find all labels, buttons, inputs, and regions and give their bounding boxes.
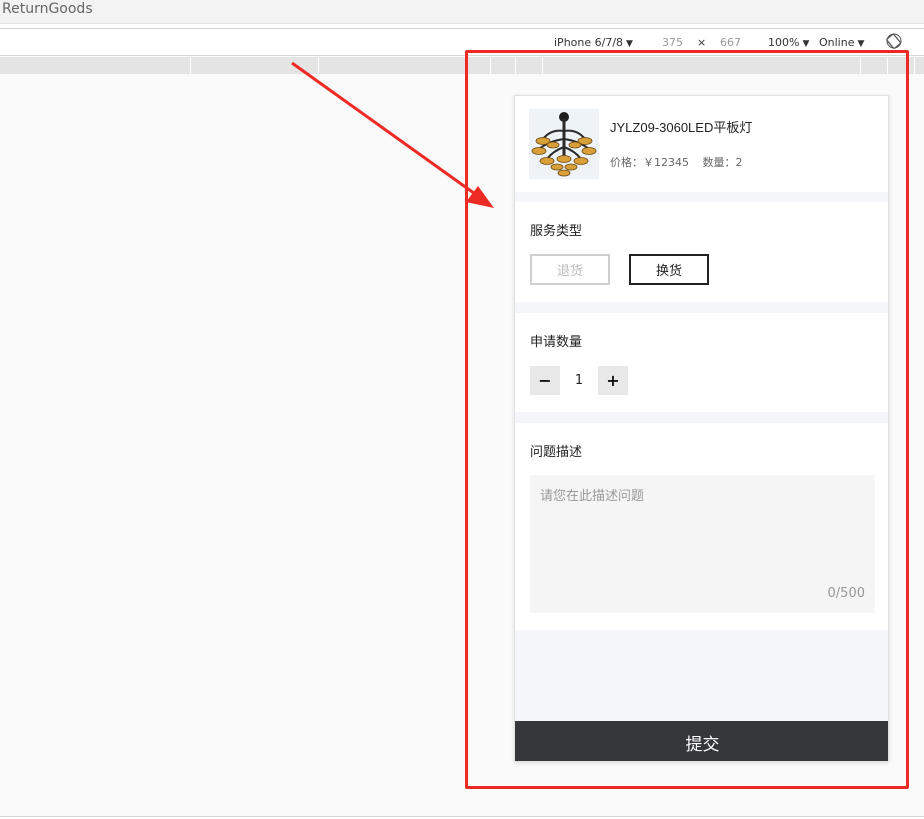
chevron-down-icon: ▼ <box>626 39 633 49</box>
zoom-value: 100% <box>768 36 800 49</box>
viewport-width-input[interactable]: 375 <box>662 36 683 49</box>
annotation-highlight-box <box>465 50 909 789</box>
device-select[interactable]: iPhone 6/7/8 ▼ <box>554 36 633 49</box>
viewport-height-input[interactable]: 667 <box>720 36 741 49</box>
window-titlebar: ReturnGoods <box>0 0 924 24</box>
rotate-icon[interactable] <box>886 33 902 49</box>
bottom-divider <box>0 816 924 817</box>
zoom-select[interactable]: 100% ▼ <box>768 36 809 49</box>
network-throttle-select[interactable]: Online ▼ <box>819 36 864 49</box>
network-value: Online <box>819 36 855 49</box>
window-title: ReturnGoods <box>2 1 93 17</box>
device-name: iPhone 6/7/8 <box>554 36 624 49</box>
chevron-down-icon: ▼ <box>802 39 810 49</box>
chevron-down-icon: ▼ <box>857 39 865 49</box>
dimension-separator: × <box>697 36 707 49</box>
